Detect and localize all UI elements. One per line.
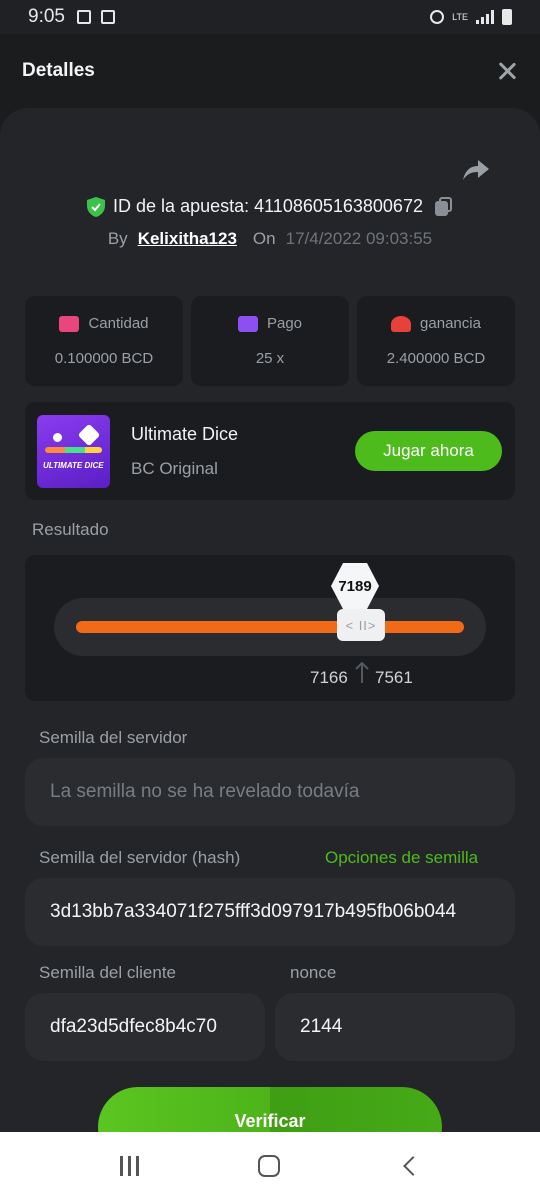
play-now-button[interactable]: Jugar ahora (355, 431, 502, 471)
by-label: By (107, 229, 128, 248)
system-nav-bar (0, 1132, 540, 1200)
bet-stats: Cantidad 0.100000 BCD Pago 25 x ganancia… (25, 296, 515, 386)
server-seed-label: Semilla del servidor (39, 728, 188, 747)
result-label: Resultado (32, 520, 109, 539)
stat-value: 0.100000 BCD (54, 350, 154, 367)
check-notification-icon (100, 10, 115, 24)
stat-label: ganancia (420, 315, 481, 332)
copy-icon[interactable] (434, 196, 453, 217)
nonce-label: nonce (290, 963, 337, 982)
back-icon[interactable] (403, 1156, 424, 1176)
on-label: On (252, 229, 276, 248)
stat-label: Cantidad (88, 315, 149, 332)
recent-apps-icon[interactable] (119, 1156, 139, 1176)
verified-shield-icon (87, 196, 106, 217)
server-seed-hash-field[interactable]: 3d13bb7a334071f275fff3d097917b495fb06b04… (25, 878, 515, 946)
bet-datetime: 17/4/2022 09:03:55 (285, 229, 433, 248)
gallery-notification-icon (76, 10, 91, 24)
game-thumbnail[interactable]: ULTIMATE DICE (37, 414, 110, 488)
range-low: 7166 (310, 668, 348, 687)
bet-id: ID de la apuesta: 4110860516380067​2 (113, 196, 423, 216)
wallet-icon (237, 315, 258, 332)
game-provider: BC Original (131, 458, 218, 478)
arrow-up-icon (355, 661, 369, 683)
username-link[interactable]: Kelixitha123 (138, 229, 237, 249)
network-label: LTE (452, 12, 468, 22)
share-icon[interactable] (462, 158, 490, 182)
nonce-field[interactable]: 2144 (275, 993, 515, 1061)
slider-handle[interactable]: < II> (337, 609, 385, 641)
game-name: Ultimate Dice (131, 423, 239, 444)
server-seed-field[interactable]: La semilla no se ha revelado todavía (25, 758, 515, 826)
status-time: 9:05 (28, 6, 65, 27)
server-seed-hash-label: Semilla del servidor (hash) (39, 848, 241, 867)
range-high: 7561 (375, 668, 413, 687)
seed-options-link[interactable]: Opciones de semilla (325, 848, 478, 868)
result-box: < II> 7189 7166 7561 (25, 555, 515, 701)
client-seed-field[interactable]: dfa23d5dfec8b4c70 (25, 993, 265, 1061)
battery-icon (502, 9, 512, 25)
signal-icon (476, 10, 494, 24)
bet-byline: By Kelixitha123 On 17/4/2022 09:03:55 (0, 229, 540, 249)
game-card: ULTIMATE DICE Ultimate Dice BC Original … (25, 402, 515, 500)
client-seed-label: Semilla del cliente (39, 963, 177, 982)
status-bar: 9:05 LTE (0, 0, 540, 34)
stat-profit: ganancia 2.400000 BCD (357, 296, 515, 386)
dialog-title: Detalles (22, 60, 95, 81)
dialog-header: Detalles (0, 34, 540, 108)
result-slider-track: < II> (54, 598, 486, 656)
stat-label: Pago (266, 315, 303, 332)
alarm-icon (430, 10, 445, 24)
hand-coin-icon (391, 315, 412, 332)
result-slider-fill (76, 621, 464, 633)
close-icon[interactable] (496, 60, 518, 82)
game-thumbnail-text: ULTIMATE DICE (43, 460, 104, 470)
bet-id-row: ID de la apuesta: 4110860516380067​2 (0, 196, 540, 217)
stat-amount: Cantidad 0.100000 BCD (25, 296, 183, 386)
home-icon[interactable] (258, 1155, 281, 1177)
stat-value: 25 x (255, 350, 285, 367)
coins-icon (59, 315, 80, 332)
stat-value: 2.400000 BCD (386, 350, 486, 367)
stat-payout: Pago 25 x (191, 296, 349, 386)
